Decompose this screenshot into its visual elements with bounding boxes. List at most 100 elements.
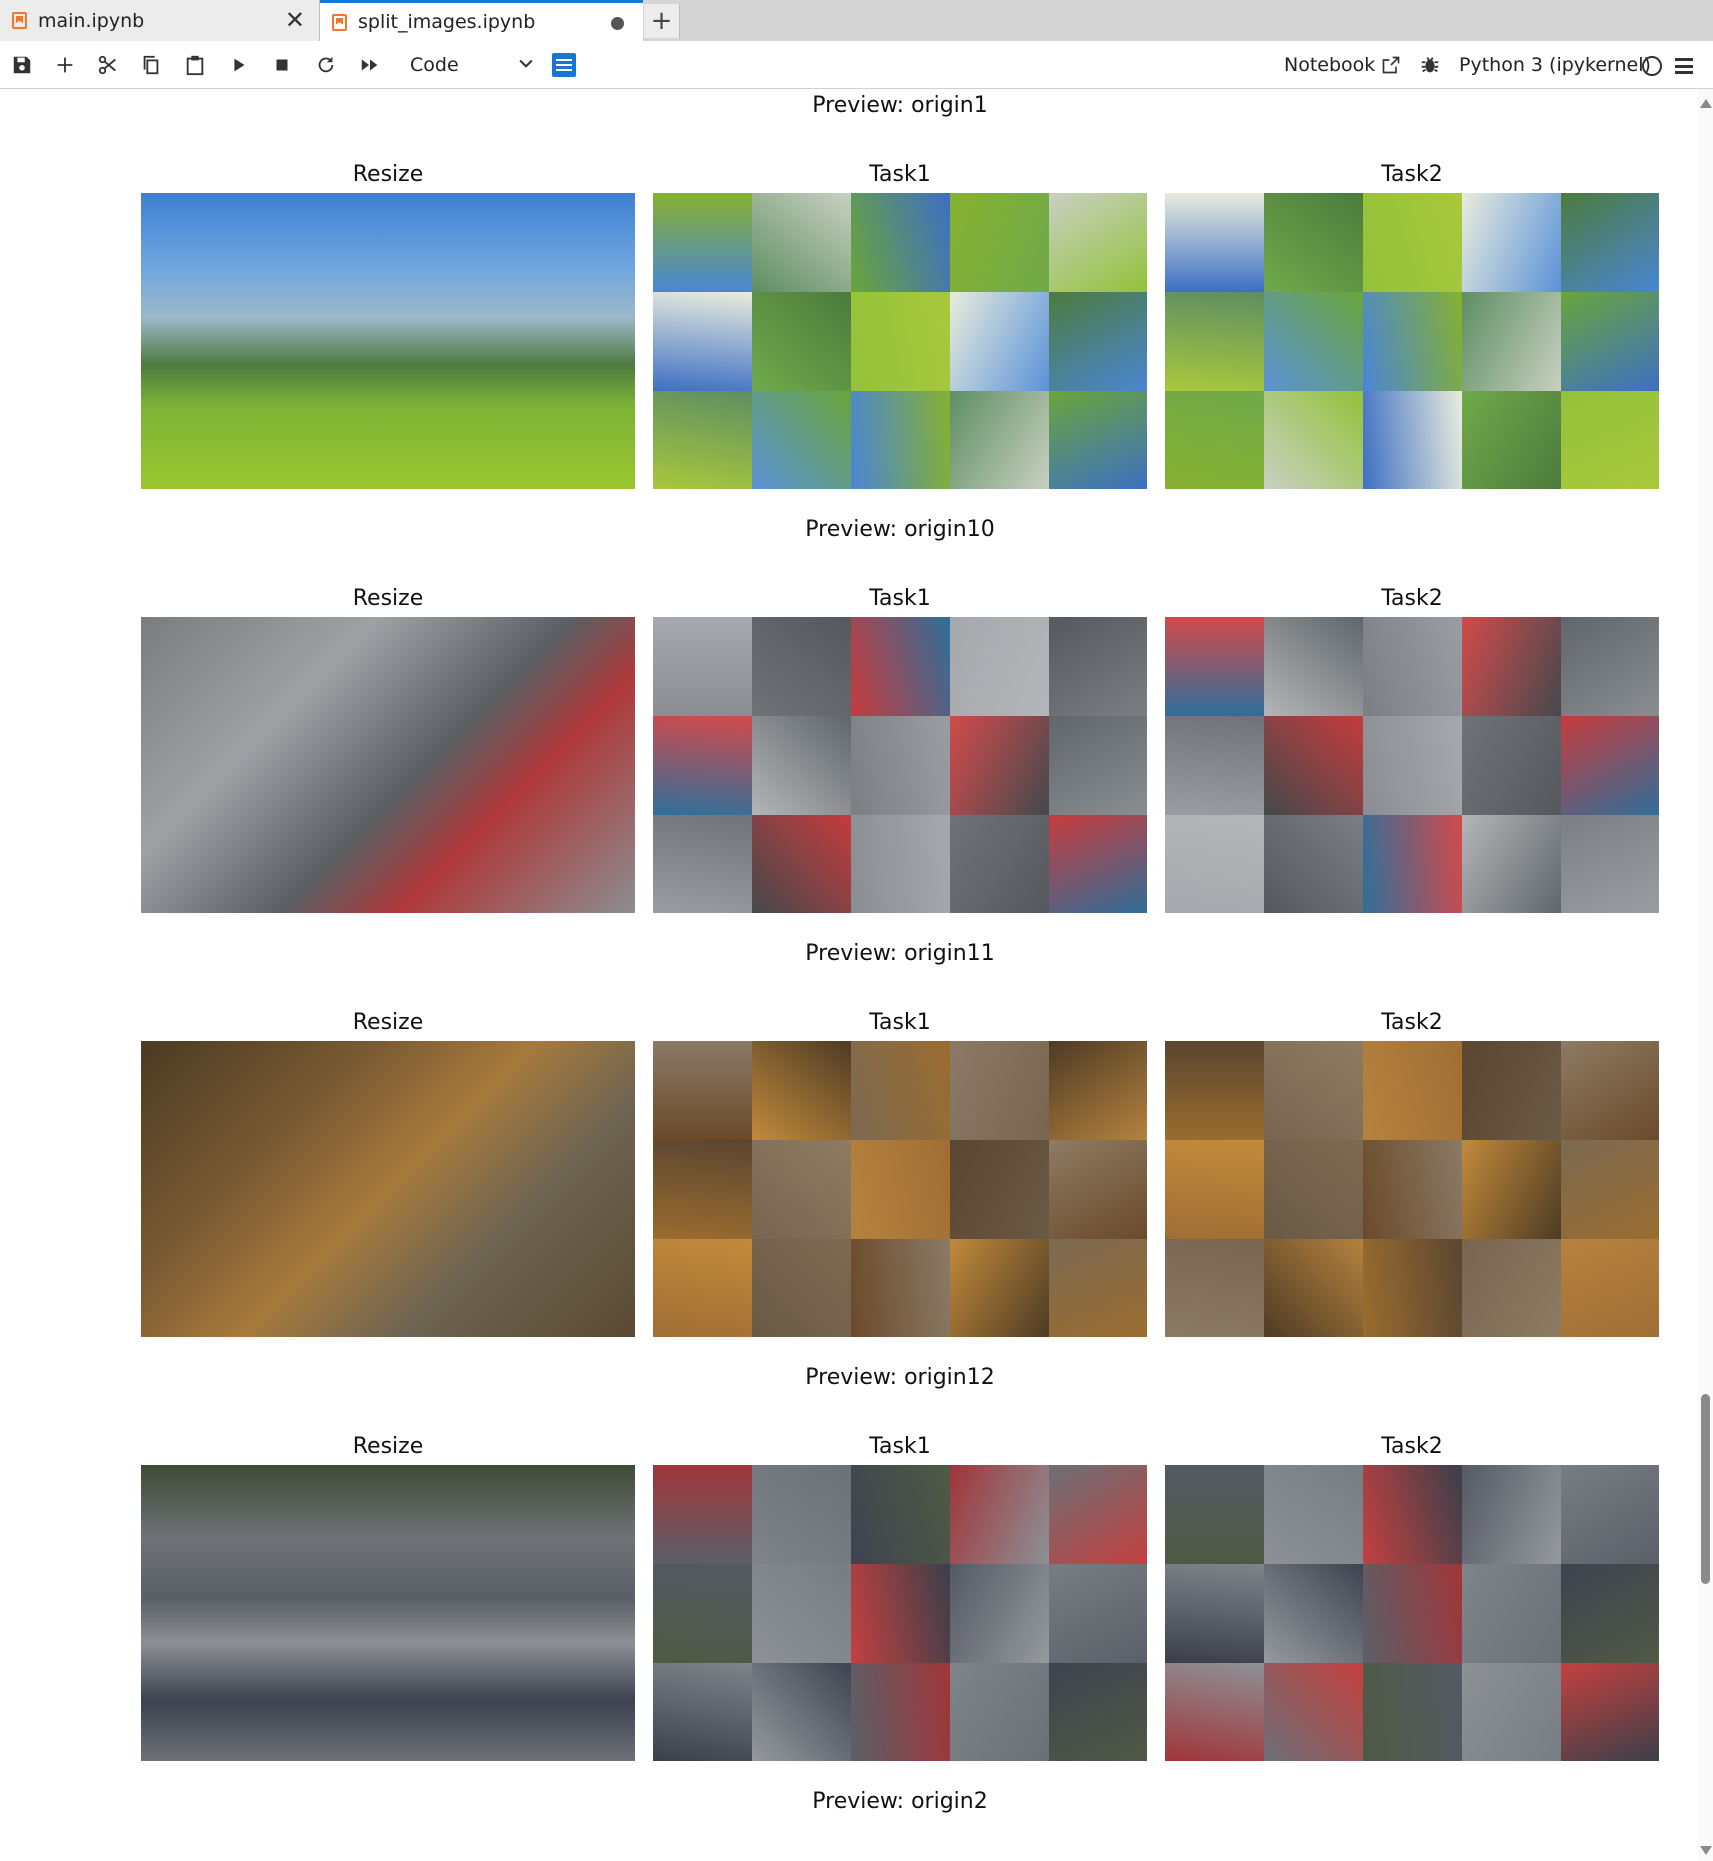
image-tile — [1363, 1564, 1462, 1663]
copy-icon[interactable] — [137, 51, 165, 79]
image-tile — [1165, 1663, 1264, 1761]
image-tile — [1264, 1239, 1363, 1337]
image-tile — [1462, 617, 1561, 716]
new-tab-button[interactable]: + — [644, 4, 680, 38]
vertical-scrollbar[interactable] — [1698, 89, 1713, 1861]
image-tile — [1363, 1239, 1462, 1337]
image-tile — [1561, 716, 1659, 815]
panel-title-task1: Task1 — [869, 162, 931, 187]
resize-image — [141, 193, 635, 489]
image-tile — [851, 716, 950, 815]
image-tile — [1462, 1564, 1561, 1663]
external-link-icon — [1382, 56, 1400, 74]
open-in-notebook-button[interactable]: Notebook — [1284, 51, 1401, 79]
image-tile — [851, 193, 950, 292]
image-tile — [752, 1564, 851, 1663]
image-tile — [851, 1663, 950, 1761]
image-tile — [950, 193, 1049, 292]
image-tile — [851, 815, 950, 913]
notebook-icon — [12, 12, 27, 29]
image-tile — [1363, 716, 1462, 815]
panel-title-resize: Resize — [352, 1434, 424, 1459]
image-tile — [950, 391, 1049, 489]
image-tile — [1561, 1140, 1659, 1239]
image-tile — [1049, 292, 1147, 391]
kernel-name[interactable]: Python 3 (ipykernel) — [1459, 51, 1651, 79]
image-tile — [653, 1663, 752, 1761]
image-tile — [1462, 1140, 1561, 1239]
save-icon[interactable] — [8, 51, 36, 79]
image-tile — [1165, 617, 1264, 716]
image-tile — [752, 1663, 851, 1761]
image-tile — [851, 1564, 950, 1663]
scroll-down-arrow-icon[interactable] — [1700, 1846, 1712, 1855]
image-tile — [1462, 815, 1561, 913]
scroll-up-arrow-icon[interactable] — [1700, 99, 1712, 108]
notebook-icon — [332, 13, 347, 31]
unsaved-dot-icon[interactable] — [611, 17, 624, 30]
property-inspector-icon[interactable] — [552, 53, 576, 77]
image-tile — [950, 1663, 1049, 1761]
image-tile — [653, 716, 752, 815]
restart-icon[interactable] — [312, 51, 340, 79]
image-tile — [1264, 815, 1363, 913]
cell-type-select[interactable]: Code — [410, 51, 536, 79]
image-tile — [653, 1041, 752, 1140]
image-tile — [1561, 1041, 1659, 1140]
scroll-thumb[interactable] — [1701, 1394, 1710, 1584]
image-tile — [1462, 1663, 1561, 1761]
debugger-icon[interactable] — [1416, 51, 1444, 79]
image-tile — [752, 391, 851, 489]
panel-title-task2: Task2 — [1381, 1010, 1443, 1035]
image-tile — [1264, 193, 1363, 292]
image-tile — [950, 1564, 1049, 1663]
image-tile — [851, 292, 950, 391]
panel-title-task1: Task1 — [869, 586, 931, 611]
cell-type-value: Code — [410, 54, 459, 76]
task2-image — [1165, 1465, 1659, 1761]
image-tile — [1462, 292, 1561, 391]
image-tile — [752, 1140, 851, 1239]
fast-forward-icon[interactable] — [356, 51, 384, 79]
image-tile — [1462, 1465, 1561, 1564]
paste-icon[interactable] — [181, 51, 209, 79]
image-tile — [1363, 391, 1462, 489]
image-tile — [1561, 815, 1659, 913]
image-tile — [851, 1140, 950, 1239]
image-tile — [1363, 292, 1462, 391]
cut-icon[interactable] — [94, 51, 122, 79]
image-tile — [950, 617, 1049, 716]
close-icon[interactable]: ✕ — [285, 8, 305, 32]
insert-cell-icon[interactable] — [51, 51, 79, 79]
image-tile — [1165, 815, 1264, 913]
cell-output-area: Preview: origin1 Resize Task1 Task2 Preview:… — [0, 89, 1700, 1861]
image-tile — [1264, 1564, 1363, 1663]
image-tile — [752, 1465, 851, 1564]
chevron-down-icon — [516, 53, 536, 78]
image-tile — [851, 1239, 950, 1337]
image-tile — [1165, 1041, 1264, 1140]
image-tile — [1165, 193, 1264, 292]
panel-title-task2: Task2 — [1381, 586, 1443, 611]
panel-title-resize: Resize — [352, 1010, 424, 1035]
run-icon[interactable] — [225, 51, 253, 79]
image-tile — [950, 292, 1049, 391]
image-tile — [1049, 1465, 1147, 1564]
image-tile — [1363, 1140, 1462, 1239]
image-tile — [1165, 1465, 1264, 1564]
image-tile — [1363, 1041, 1462, 1140]
image-tile — [653, 815, 752, 913]
menu-icon[interactable] — [1675, 58, 1693, 74]
document-tab-bar: main.ipynb ✕ split_images.ipynb + — [0, 0, 1713, 41]
image-tile — [1264, 617, 1363, 716]
image-tile — [752, 1041, 851, 1140]
image-tile — [1363, 815, 1462, 913]
tab-split-images-ipynb[interactable]: split_images.ipynb — [320, 0, 643, 41]
image-tile — [1264, 716, 1363, 815]
image-tile — [1561, 1239, 1659, 1337]
stop-icon[interactable] — [268, 51, 296, 79]
image-tile — [1049, 1663, 1147, 1761]
image-tile — [1165, 1140, 1264, 1239]
tab-main-ipynb[interactable]: main.ipynb ✕ — [0, 0, 320, 41]
panel-title-resize: Resize — [352, 586, 424, 611]
